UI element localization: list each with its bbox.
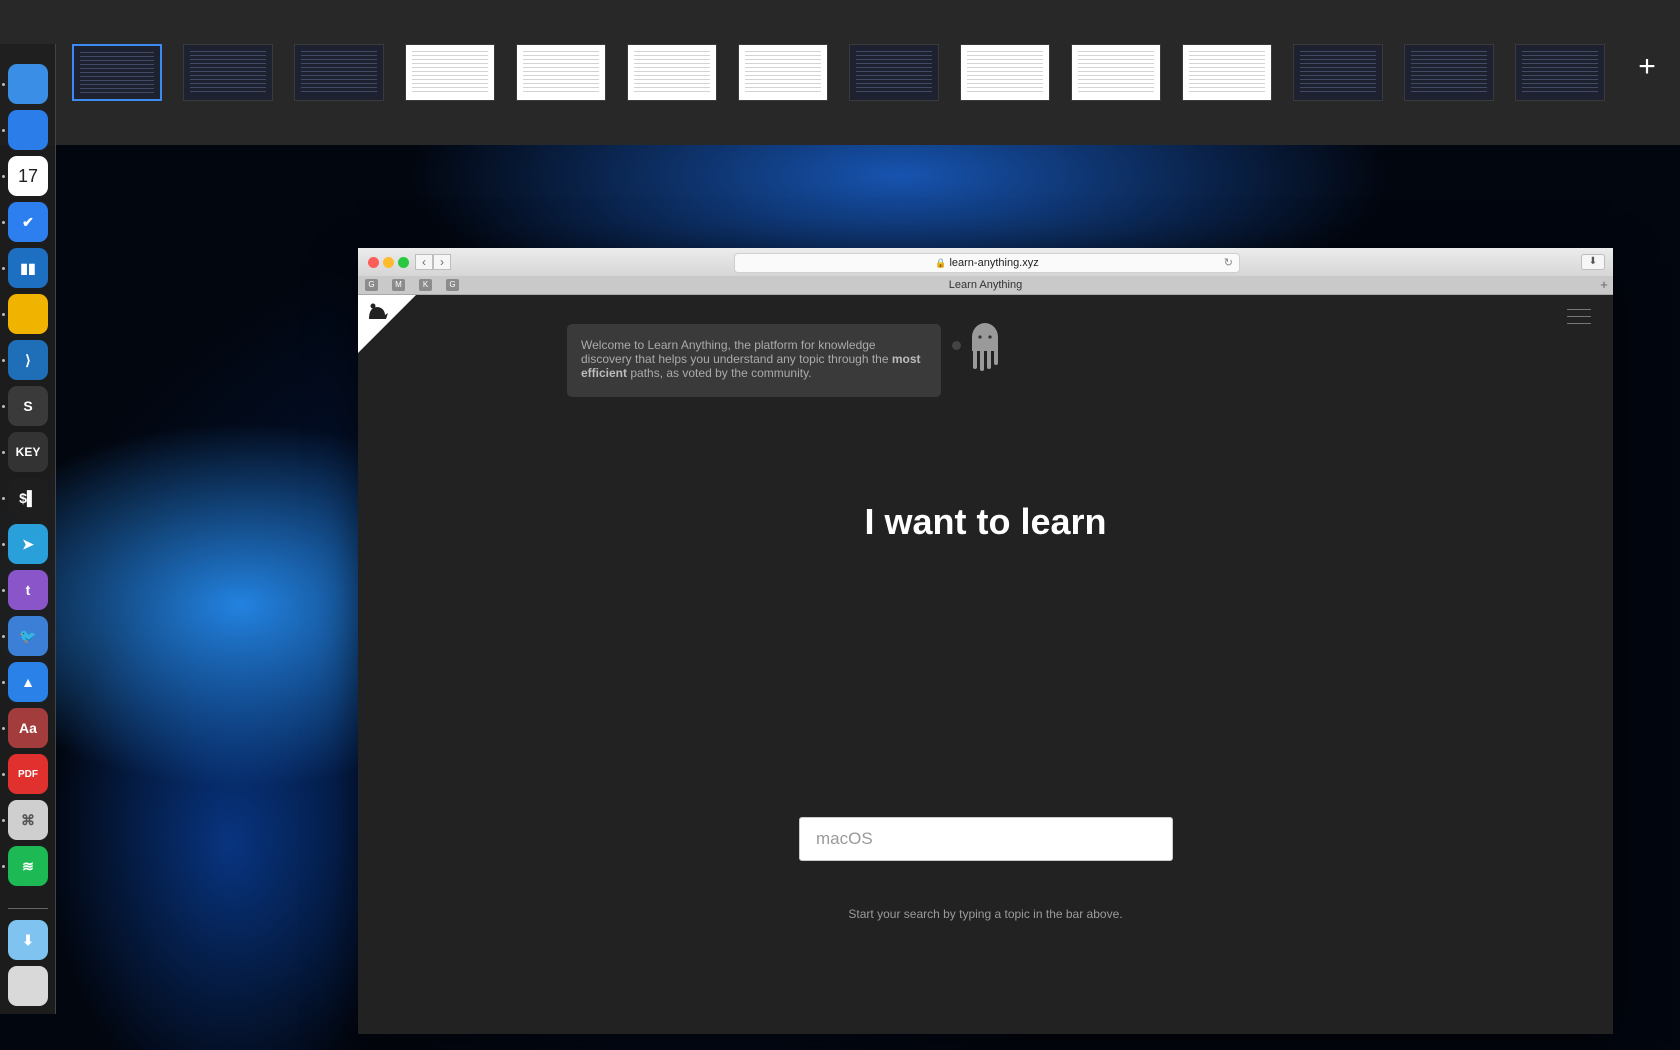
script-editor-label: ⌘ <box>21 811 35 828</box>
space-thumbnail[interactable] <box>294 44 384 101</box>
running-indicator <box>2 865 5 868</box>
space-thumbnail[interactable] <box>1515 44 1605 101</box>
running-indicator <box>2 175 5 178</box>
search-hint: Start your search by typing a topic in t… <box>848 907 1123 921</box>
tab-bar: GMKG Learn Anything + <box>358 276 1613 295</box>
topic-search-input[interactable] <box>799 817 1173 861</box>
downloads-folder-label: ⬇ <box>22 931 34 948</box>
forward-button[interactable]: › <box>433 254 451 270</box>
space-thumbnail[interactable] <box>405 44 495 101</box>
trello-icon[interactable]: ▮▮ <box>8 248 48 288</box>
bubble-dot <box>952 341 961 350</box>
welcome-bubble: Welcome to Learn Anything, the platform … <box>567 324 941 397</box>
space-thumbnail[interactable] <box>1071 44 1161 101</box>
things-label: ✔ <box>22 213 34 230</box>
space-thumbnail[interactable] <box>849 44 939 101</box>
running-indicator <box>2 267 5 270</box>
welcome-text: Welcome to Learn Anything, the platform … <box>581 338 892 366</box>
terminal-label: $▌ <box>19 490 37 506</box>
space-thumbnail[interactable] <box>1404 44 1494 101</box>
window-titlebar: ‹ › 🔒 learn-anything.xyz ↻ ⬇ <box>358 248 1613 277</box>
safari-icon[interactable] <box>8 110 48 150</box>
space-thumbnail[interactable] <box>183 44 273 101</box>
space-thumbnail[interactable] <box>516 44 606 101</box>
sublime-text-label: S <box>23 398 33 414</box>
vscode-icon[interactable]: ⟩ <box>8 340 48 380</box>
running-indicator <box>2 129 5 132</box>
reload-icon[interactable]: ↻ <box>1224 254 1233 272</box>
dictionary-label: Aa <box>19 720 37 736</box>
space-thumbnail[interactable] <box>1293 44 1383 101</box>
welcome-text-end: paths, as voted by the community. <box>627 366 812 380</box>
keynote-icon[interactable]: KEY <box>8 432 48 472</box>
downloads-button[interactable]: ⬇ <box>1581 254 1605 270</box>
downloads-folder-icon[interactable]: ⬇ <box>8 920 48 960</box>
space-thumbnail[interactable] <box>627 44 717 101</box>
add-space-button[interactable]: + <box>1636 52 1658 82</box>
running-indicator <box>2 543 5 546</box>
spark-icon[interactable]: ▲ <box>8 662 48 702</box>
script-editor-icon[interactable]: ⌘ <box>8 800 48 840</box>
running-indicator <box>2 681 5 684</box>
calendar-label: 17 <box>17 165 39 186</box>
running-indicator <box>2 359 5 362</box>
running-indicator <box>2 589 5 592</box>
url-text: learn-anything.xyz <box>949 257 1039 269</box>
back-button[interactable]: ‹ <box>415 254 433 270</box>
running-indicator <box>2 773 5 776</box>
zoom-button[interactable] <box>398 257 409 268</box>
finder-icon[interactable] <box>8 64 48 104</box>
address-bar[interactable]: 🔒 learn-anything.xyz ↻ <box>734 253 1240 273</box>
space-thumbnail[interactable] <box>1182 44 1272 101</box>
pdf-expert-icon[interactable]: PDF <box>8 754 48 794</box>
trello-label: ▮▮ <box>20 259 36 276</box>
safari-window: ‹ › 🔒 learn-anything.xyz ↻ ⬇ GMKG Learn A… <box>358 248 1613 1034</box>
minimize-button[interactable] <box>383 257 394 268</box>
running-indicator <box>2 635 5 638</box>
spotify-icon[interactable]: ≋ <box>8 846 48 886</box>
running-indicator <box>2 83 5 86</box>
running-indicator <box>2 221 5 224</box>
running-indicator <box>2 497 5 500</box>
new-tab-button[interactable]: + <box>1595 276 1613 294</box>
dock: 17 ✔ ▮▮ ⟩ S KEY $▌ ➤ t 🐦 ▲ Aa PDF ⌘ ≋ ⬇ <box>0 44 56 1014</box>
things-icon[interactable]: ✔ <box>8 202 48 242</box>
spotify-label: ≋ <box>22 857 34 874</box>
pdf-expert-label: PDF <box>18 768 38 780</box>
sublime-text-icon[interactable]: S <box>8 386 48 426</box>
space-thumbnail[interactable] <box>738 44 828 101</box>
running-indicator <box>2 451 5 454</box>
tweetbot-plus-label: t <box>25 582 31 598</box>
close-button[interactable] <box>368 257 379 268</box>
terminal-icon[interactable]: $▌ <box>8 478 48 518</box>
octopus-mascot-icon <box>972 323 998 371</box>
dock-separator <box>8 908 48 909</box>
running-indicator <box>2 405 5 408</box>
trash-icon[interactable] <box>8 966 48 1006</box>
istatistica-icon[interactable] <box>8 294 48 334</box>
tweetbot-plus-icon[interactable]: t <box>8 570 48 610</box>
vscode-label: ⟩ <box>25 351 31 368</box>
mission-control-spaces-bar: + <box>0 0 1680 145</box>
keynote-label: KEY <box>15 445 41 459</box>
running-indicator <box>2 313 5 316</box>
space-thumbnail[interactable] <box>960 44 1050 101</box>
telegram-label: ➤ <box>22 535 34 552</box>
hamburger-menu-icon[interactable] <box>1567 309 1591 325</box>
tab-title[interactable]: Learn Anything <box>358 276 1613 294</box>
page-content: Welcome to Learn Anything, the platform … <box>358 295 1613 1034</box>
lock-icon: 🔒 <box>935 258 947 268</box>
tweetbot-icon[interactable]: 🐦 <box>8 616 48 656</box>
running-indicator <box>2 819 5 822</box>
dictionary-icon[interactable]: Aa <box>8 708 48 748</box>
calendar-icon[interactable]: 17 <box>8 156 48 196</box>
tweetbot-label: 🐦 <box>19 627 37 644</box>
running-indicator <box>2 727 5 730</box>
telegram-icon[interactable]: ➤ <box>8 524 48 564</box>
github-octocat-icon[interactable] <box>366 301 390 323</box>
space-thumbnail[interactable] <box>72 44 162 101</box>
spark-label: ▲ <box>21 674 35 690</box>
page-headline: I want to learn <box>864 501 1107 542</box>
